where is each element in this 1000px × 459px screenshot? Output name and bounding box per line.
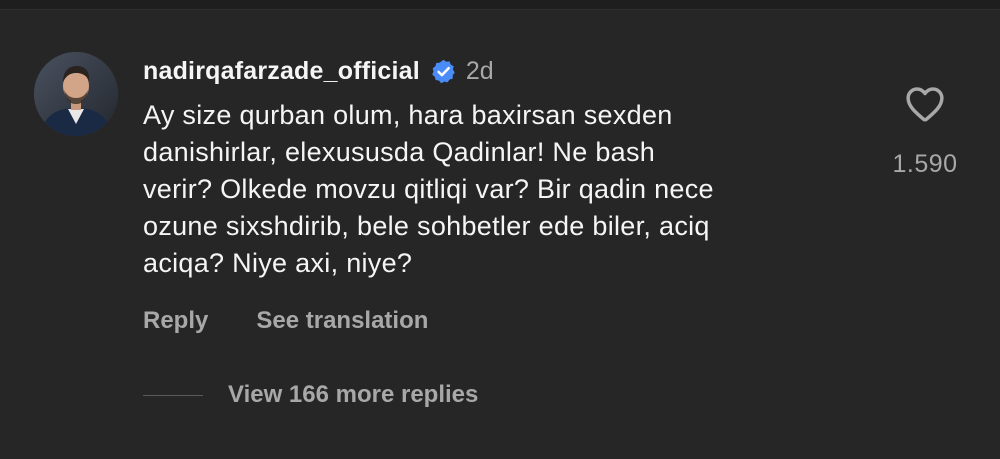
replies-divider [143,394,203,396]
heart-icon[interactable] [903,82,947,126]
like-section: 1.590 [882,82,968,179]
comment-time: 2d [465,56,494,85]
view-replies-row: View 166 more replies [143,379,478,411]
top-divider [0,0,1000,10]
see-translation-button[interactable]: See translation [256,307,428,335]
like-count: 1.590 [892,150,958,178]
reply-button[interactable]: Reply [143,307,208,335]
comment-header: nadirqafarzade_official 2d [143,54,494,88]
verified-badge-icon [430,58,457,85]
avatar-image [34,52,118,136]
username[interactable]: nadirqafarzade_official [143,57,420,86]
comment-text: Ay size qurban olum, hara baxirsan sexde… [143,100,714,278]
view-replies-button[interactable]: View 166 more replies [228,381,478,409]
avatar[interactable] [34,52,118,136]
comment-actions: Reply See translation [143,305,428,337]
